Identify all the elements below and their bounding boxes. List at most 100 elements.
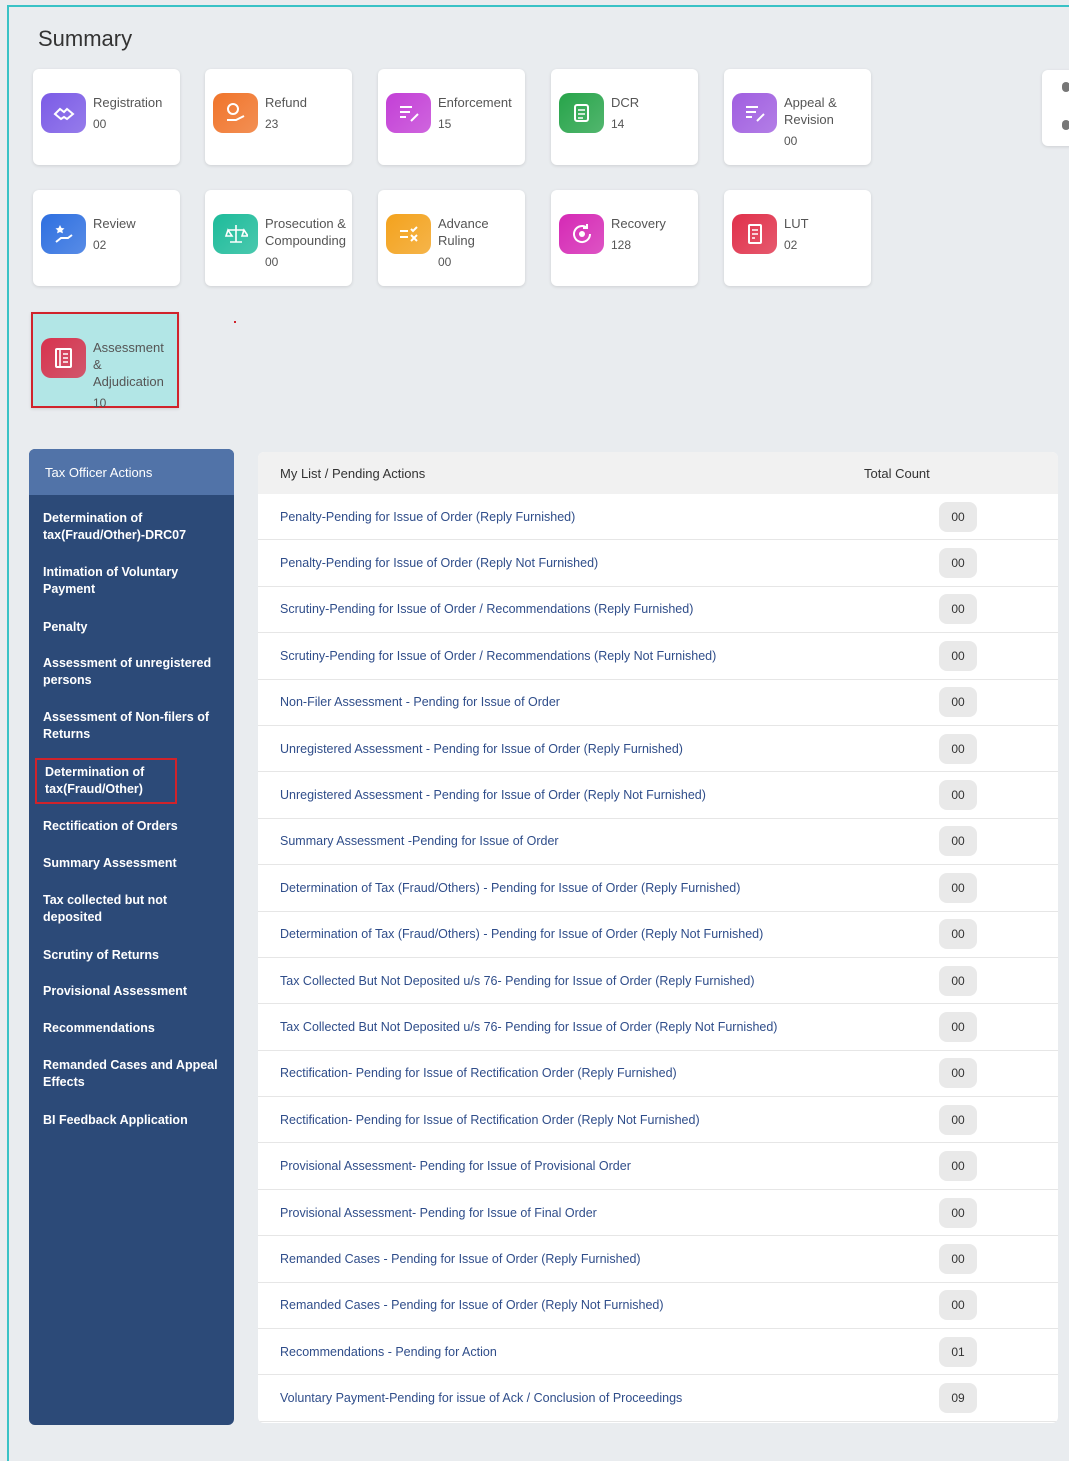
count-badge[interactable]: 00 [939,1197,977,1228]
count-badge[interactable]: 00 [939,826,977,857]
tile-label: Recovery 128 [611,215,694,254]
tile-count: 23 [265,117,279,131]
sidebar-item-7[interactable]: Rectification of Orders [43,818,228,835]
summary-tile-refund[interactable]: Refund 23 [205,69,352,165]
count-badge[interactable]: 00 [939,1104,977,1135]
pending-action-link[interactable]: Provisional Assessment- Pending for Issu… [258,1159,939,1173]
table-row: Non-Filer Assessment - Pending for Issue… [258,680,1058,726]
pending-action-link[interactable]: Tax Collected But Not Deposited u/s 76- … [258,1020,939,1034]
tile-count: 00 [438,255,452,269]
sidebar-item-1[interactable]: Determination of tax(Fraud/Other)-DRC07 [43,510,228,544]
pending-action-link[interactable]: Determination of Tax (Fraud/Others) - Pe… [258,927,939,941]
table-row: Summary Assessment -Pending for Issue of… [258,819,1058,866]
sidebar-item-3[interactable]: Penalty [43,619,228,636]
pending-action-link[interactable]: Remanded Cases - Pending for Issue of Or… [258,1252,939,1266]
table-row: Scrutiny-Pending for Issue of Order / Re… [258,633,1058,680]
sidebar-header: Tax Officer Actions [29,449,234,495]
count-badge[interactable]: 00 [939,1011,977,1042]
count-badge[interactable]: 00 [939,640,977,671]
pending-action-link[interactable]: Determination of Tax (Fraud/Others) - Pe… [258,881,939,895]
tile-title: Enforcement [438,95,512,110]
pending-action-link[interactable]: Rectification- Pending for Issue of Rect… [258,1066,939,1080]
summary-tile-lut[interactable]: LUT 02 [724,190,871,286]
handshake-icon [41,93,86,133]
pending-action-link[interactable]: Provisional Assessment- Pending for Issu… [258,1206,939,1220]
table-row: Unregistered Assessment - Pending for Is… [258,726,1058,773]
count-badge[interactable]: 00 [939,872,977,903]
summary-tile-registration[interactable]: Registration 00 [33,69,180,165]
sidebar-item-12[interactable]: Recommendations [43,1020,228,1037]
rupee-hand-icon [213,93,258,133]
pending-actions-table: My List / Pending Actions Total Count Pe… [258,452,1058,1423]
pending-action-link[interactable]: Recommendations - Pending for Action [258,1345,939,1359]
pending-action-link[interactable]: Scrutiny-Pending for Issue of Order / Re… [258,649,939,663]
summary-tile-recovery[interactable]: Recovery 128 [551,190,698,286]
count-badge[interactable]: 00 [939,501,977,532]
column-header-action: My List / Pending Actions [280,465,426,481]
summary-tile-prosecution-compounding[interactable]: Prosecution & Compounding 00 [205,190,352,286]
summary-tile-review[interactable]: Review 02 [33,190,180,286]
count-badge[interactable]: 00 [939,1151,977,1182]
pending-action-link[interactable]: Penalty-Pending for Issue of Order (Repl… [258,556,939,570]
pending-action-link[interactable]: Scrutiny-Pending for Issue of Order / Re… [258,602,939,616]
pending-action-link[interactable]: Penalty-Pending for Issue of Order (Repl… [258,510,939,524]
count-badge[interactable]: 00 [939,1058,977,1089]
count-badge[interactable]: 09 [939,1383,977,1414]
tile-title: Advance Ruling [438,216,489,248]
sidebar-item-10[interactable]: Scrutiny of Returns [43,947,228,964]
tile-label: LUT 02 [784,215,867,254]
check-cross-icon [386,214,431,254]
tile-count: 10 [93,396,107,410]
tax-officer-actions-sidebar: Tax Officer Actions Determination of tax… [29,449,234,1425]
pending-action-link[interactable]: Summary Assessment -Pending for Issue of… [258,834,939,848]
pending-action-link[interactable]: Unregistered Assessment - Pending for Is… [258,742,939,756]
summary-tile-dcr[interactable]: DCR 14 [551,69,698,165]
tile-label: Assessment & Adjudication 10 [93,339,173,412]
pending-action-link[interactable]: Remanded Cases - Pending for Issue of Or… [258,1298,939,1312]
count-badge[interactable]: 00 [939,919,977,950]
count-badge[interactable]: 00 [939,687,977,718]
summary-tile-enforcement[interactable]: Enforcement 15 [378,69,525,165]
sidebar-item-6[interactable]: Determination of tax(Fraud/Other) [35,758,177,804]
tile-label: Prosecution & Compounding 00 [265,215,348,271]
sidebar-item-2[interactable]: Intimation of Voluntary Payment [43,564,228,598]
table-row: Provisional Assessment- Pending for Issu… [258,1190,1058,1237]
count-badge[interactable]: 01 [939,1336,977,1367]
count-badge[interactable]: 00 [939,594,977,625]
pending-action-link[interactable]: Unregistered Assessment - Pending for Is… [258,788,939,802]
table-row: Rectification- Pending for Issue of Rect… [258,1051,1058,1098]
tile-title: Recovery [611,216,666,231]
sidebar-item-5[interactable]: Assessment of Non-filers of Returns [43,709,228,743]
count-badge[interactable]: 00 [939,733,977,764]
count-badge[interactable]: 00 [939,965,977,996]
sidebar-item-4[interactable]: Assessment of unregistered persons [43,655,228,689]
pending-action-link[interactable]: Voluntary Payment-Pending for issue of A… [258,1391,939,1405]
sidebar-item-8[interactable]: Summary Assessment [43,855,228,872]
count-badge[interactable]: 00 [939,1243,977,1274]
tile-label: Advance Ruling 00 [438,215,521,271]
table-row: Remanded Cases - Pending for Issue of Or… [258,1283,1058,1330]
pending-action-link[interactable]: Non-Filer Assessment - Pending for Issue… [258,695,939,709]
sidebar-item-9[interactable]: Tax collected but not deposited [43,892,228,926]
tile-title: LUT [784,216,809,231]
pending-action-link[interactable]: Rectification- Pending for Issue of Rect… [258,1113,939,1127]
sidebar-item-14[interactable]: BI Feedback Application [43,1112,228,1129]
receipt-icon [732,214,777,254]
tile-title: Prosecution & Compounding [265,216,346,248]
count-badge[interactable]: 00 [939,780,977,811]
summary-tile-appeal-revision[interactable]: Appeal & Revision 00 [724,69,871,165]
tile-label: Enforcement 15 [438,94,521,133]
tile-label: Registration 00 [93,94,176,133]
count-badge[interactable]: 00 [939,1290,977,1321]
count-badge[interactable]: 00 [939,548,977,579]
side-panel-toggle[interactable] [1042,70,1069,146]
tile-title: Review [93,216,136,231]
summary-tile-advance-ruling[interactable]: Advance Ruling 00 [378,190,525,286]
pending-action-link[interactable]: Tax Collected But Not Deposited u/s 76- … [258,974,939,988]
sidebar-item-13[interactable]: Remanded Cases and Appeal Effects [43,1057,228,1091]
summary-tile-assessment-adjudication[interactable]: Assessment & Adjudication 10 [31,312,179,410]
tile-count: 00 [784,134,798,148]
sidebar-item-11[interactable]: Provisional Assessment [43,983,228,1000]
star-hand-icon [41,214,86,254]
page-title: Summary [38,26,133,51]
